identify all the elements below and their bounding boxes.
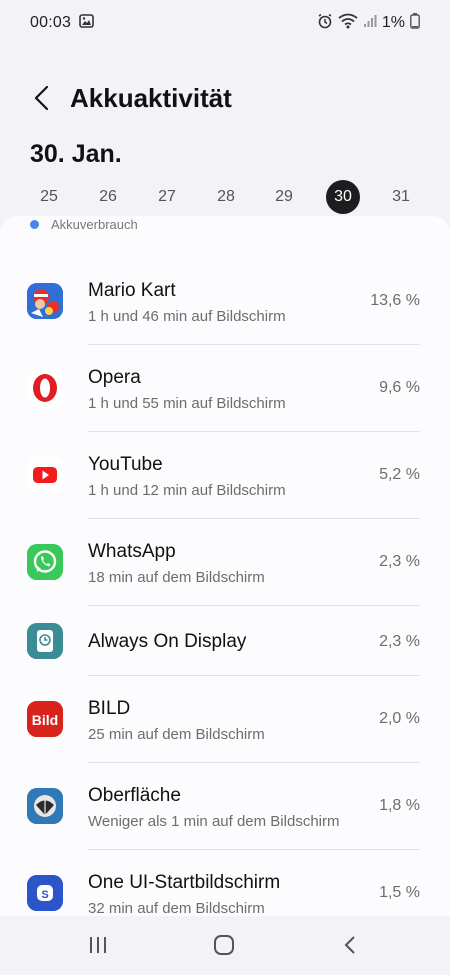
app-name: One UI-Startbildschirm bbox=[88, 872, 281, 893]
app-screen-time: 1 h und 55 min auf Bildschirm bbox=[88, 395, 286, 412]
app-header: Akkuaktivität bbox=[0, 70, 450, 126]
app-row-oberflaeche[interactable]: Oberfläche Weniger als 1 min auf dem Bil… bbox=[0, 763, 450, 850]
app-percentage: 1,5 % bbox=[379, 884, 420, 901]
bild-icon: Bild bbox=[27, 701, 63, 737]
back-icon bbox=[344, 936, 355, 954]
svg-text:Bild: Bild bbox=[32, 712, 58, 728]
app-row-one-ui-home[interactable]: S One UI-Startbildschirm 32 min auf dem … bbox=[0, 850, 450, 916]
back-button[interactable] bbox=[22, 78, 62, 118]
app-name: Always On Display bbox=[88, 631, 247, 652]
app-row-bild[interactable]: Bild BILD 25 min auf dem Bildschirm 2,0 … bbox=[0, 676, 450, 763]
svg-text:S: S bbox=[41, 889, 48, 901]
one-ui-home-icon: S bbox=[27, 875, 63, 911]
app-row-whatsapp[interactable]: WhatsApp 18 min auf dem Bildschirm 2,3 % bbox=[0, 519, 450, 606]
app-percentage: 13,6 % bbox=[370, 292, 420, 309]
app-screen-time: Weniger als 1 min auf dem Bildschirm bbox=[88, 813, 340, 830]
day-31[interactable]: 31 bbox=[384, 180, 418, 214]
day-27[interactable]: 27 bbox=[150, 180, 184, 214]
app-percentage: 9,6 % bbox=[379, 379, 420, 396]
recents-icon bbox=[90, 937, 106, 953]
nav-back-button[interactable] bbox=[330, 932, 370, 958]
home-icon bbox=[214, 935, 234, 955]
legend: Akkuverbrauch bbox=[30, 216, 138, 232]
app-name: Opera bbox=[88, 367, 141, 388]
day-selector: 25 26 27 28 29 30 31 bbox=[0, 180, 450, 218]
mario-kart-icon bbox=[27, 283, 63, 319]
battery-icon bbox=[410, 12, 420, 34]
battery-percent: 1% bbox=[381, 14, 405, 31]
app-screen-time: 1 h und 46 min auf Bildschirm bbox=[88, 308, 286, 325]
alarm-icon bbox=[317, 13, 333, 34]
page-title: Akkuaktivität bbox=[70, 82, 232, 113]
status-bar: 00:03 1% bbox=[0, 0, 450, 46]
chevron-left-icon bbox=[34, 85, 49, 111]
app-screen-time: 32 min auf dem Bildschirm bbox=[88, 900, 265, 916]
opera-icon bbox=[27, 370, 63, 406]
legend-dot bbox=[30, 219, 39, 229]
app-screen-time: 25 min auf dem Bildschirm bbox=[88, 726, 265, 743]
oberflaeche-icon bbox=[27, 788, 63, 824]
app-row-youtube[interactable]: YouTube 1 h und 12 min auf Bildschirm 5,… bbox=[0, 432, 450, 519]
wifi-icon bbox=[338, 13, 358, 34]
app-percentage: 2,3 % bbox=[379, 553, 420, 570]
status-left: 00:03 bbox=[30, 13, 94, 33]
day-29[interactable]: 29 bbox=[267, 180, 301, 214]
day-25[interactable]: 25 bbox=[32, 180, 66, 214]
always-on-display-icon bbox=[27, 623, 63, 659]
youtube-icon bbox=[27, 457, 63, 493]
image-icon bbox=[79, 13, 94, 33]
app-screen-time: 1 h und 12 min auf Bildschirm bbox=[88, 482, 286, 499]
navigation-bar bbox=[0, 916, 450, 975]
day-26[interactable]: 26 bbox=[91, 180, 125, 214]
status-time: 00:03 bbox=[30, 14, 72, 31]
app-row-mario-kart[interactable]: Mario Kart 1 h und 46 min auf Bildschirm… bbox=[0, 258, 450, 345]
app-name: YouTube bbox=[88, 454, 163, 475]
app-screen-time: 18 min auf dem Bildschirm bbox=[88, 569, 265, 586]
app-usage-panel: Akkuverbrauch Mario Kart 1 h und 46 min … bbox=[0, 216, 450, 916]
home-button[interactable] bbox=[204, 932, 244, 958]
status-right: 1% bbox=[317, 12, 420, 34]
whatsapp-icon bbox=[27, 544, 63, 580]
legend-label: Akkuverbrauch bbox=[51, 216, 138, 232]
date-title: 30. Jan. bbox=[30, 140, 122, 168]
app-percentage: 1,8 % bbox=[379, 797, 420, 814]
app-percentage: 2,3 % bbox=[379, 633, 420, 650]
app-percentage: 5,2 % bbox=[379, 466, 420, 483]
app-row-opera[interactable]: Opera 1 h und 55 min auf Bildschirm 9,6 … bbox=[0, 345, 450, 432]
app-name: Mario Kart bbox=[88, 280, 176, 301]
app-percentage: 2,0 % bbox=[379, 710, 420, 727]
app-name: WhatsApp bbox=[88, 541, 176, 562]
recents-button[interactable] bbox=[78, 932, 118, 958]
app-row-always-on-display[interactable]: Always On Display 2,3 % bbox=[0, 606, 450, 676]
day-30-selected[interactable]: 30 bbox=[326, 180, 360, 214]
signal-icon bbox=[363, 14, 377, 33]
app-name: BILD bbox=[88, 698, 131, 719]
day-28[interactable]: 28 bbox=[209, 180, 243, 214]
app-name: Oberfläche bbox=[88, 785, 181, 806]
